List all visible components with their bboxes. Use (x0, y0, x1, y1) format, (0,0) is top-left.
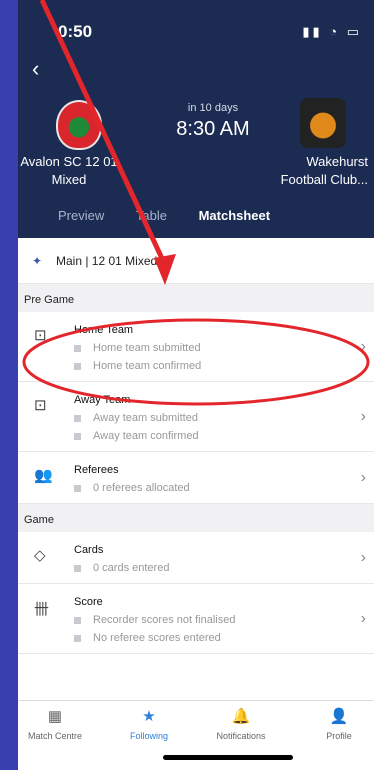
tabbar-label: Match Centre (27, 731, 83, 741)
row-title: Home Team (74, 324, 134, 336)
row-title: Cards (74, 544, 104, 556)
section-pre-game: Pre Game (18, 284, 374, 312)
row-status: 0 referees allocated (74, 482, 374, 494)
people-icon: 👥 (34, 467, 53, 484)
grid-icon: ▦ (47, 708, 63, 725)
row-referees[interactable]: 👥 Referees 0 referees allocated › (18, 452, 374, 504)
away-team-crest (300, 98, 346, 148)
row-status: Home team submitted (74, 342, 374, 354)
kickoff-time: 8:30 AM (176, 118, 250, 140)
tabbar-match-centre[interactable]: ▦ Match Centre (20, 707, 90, 741)
chevron-right-icon: › (360, 407, 366, 425)
row-title: Referees (74, 464, 119, 476)
row-title: Score (74, 596, 103, 608)
row-status: No referee scores entered (74, 632, 374, 644)
chevron-right-icon: › (360, 337, 366, 355)
row-title: Away Team (74, 394, 131, 406)
star-icon: ★ (142, 708, 156, 725)
tabbar-label: Following (129, 731, 169, 741)
tab-preview[interactable]: Preview (58, 208, 104, 223)
status-icons: ▮▮ ◔ ▭ (302, 24, 362, 39)
tabbar-label: Notifications (216, 731, 266, 741)
row-cards[interactable]: ◇ Cards 0 cards entered › (18, 532, 374, 584)
row-status: 0 cards entered (74, 562, 374, 574)
match-tabs: Preview Table Matchsheet (58, 208, 298, 223)
competition-bar: ✦ Main | 12 01 Mixed (18, 238, 374, 284)
team-bench-icon: ⊡ (34, 397, 47, 414)
section-game: Game (18, 504, 374, 532)
row-score[interactable]: 卌 Score Recorder scores not finalised No… (18, 584, 374, 654)
bottom-tab-bar: ▦ Match Centre ★ Following 🔔 Notificatio… (18, 700, 374, 770)
row-home-team[interactable]: ⊡ Home Team Home team submitted Home tea… (18, 312, 374, 382)
tabbar-following[interactable]: ★ Following (114, 707, 184, 741)
chevron-right-icon: › (360, 468, 366, 486)
person-icon: 👤 (329, 708, 349, 725)
home-indicator (163, 755, 293, 760)
competition-icon: ✦ (32, 253, 43, 268)
row-status: Home team confirmed (74, 360, 374, 372)
home-team-crest (56, 100, 102, 150)
match-header: 0:50 ▮▮ ◔ ▭ ‹ Avalon SC 12 01 Mixed in 1… (18, 0, 374, 238)
row-status: Away team submitted (74, 412, 374, 424)
tabbar-notifications[interactable]: 🔔 Notifications (206, 707, 276, 741)
status-time: 0:50 (58, 22, 93, 41)
tab-table[interactable]: Table (136, 208, 167, 223)
chevron-right-icon: › (360, 609, 366, 627)
tab-matchsheet[interactable]: Matchsheet (199, 208, 271, 223)
team-bench-icon: ⊡ (34, 327, 47, 344)
screenshot-frame: 0:50 ▮▮ ◔ ▭ ‹ Avalon SC 12 01 Mixed in 1… (0, 0, 374, 770)
tabbar-profile[interactable]: 👤 Profile (304, 707, 374, 741)
competition-label: Main | 12 01 Mixed (56, 253, 158, 268)
kickoff-note: in 10 days (187, 102, 239, 114)
tally-icon: 卌 (34, 601, 50, 618)
back-icon[interactable]: ‹ (32, 56, 39, 82)
row-status: Away team confirmed (74, 430, 374, 442)
home-team-name: Avalon SC 12 01 Mixed (20, 154, 118, 187)
row-away-team[interactable]: ⊡ Away Team Away team submitted Away tea… (18, 382, 374, 452)
away-team-name: Wakehurst Football Club... (280, 154, 368, 187)
chevron-right-icon: › (360, 548, 366, 566)
bell-icon: 🔔 (231, 708, 251, 725)
matchsheet-content: ✦ Main | 12 01 Mixed Pre Game ⊡ Home Tea… (18, 238, 374, 770)
row-status: Recorder scores not finalised (74, 614, 374, 626)
tabbar-label: Profile (326, 731, 352, 741)
cards-icon: ◇ (34, 547, 46, 564)
